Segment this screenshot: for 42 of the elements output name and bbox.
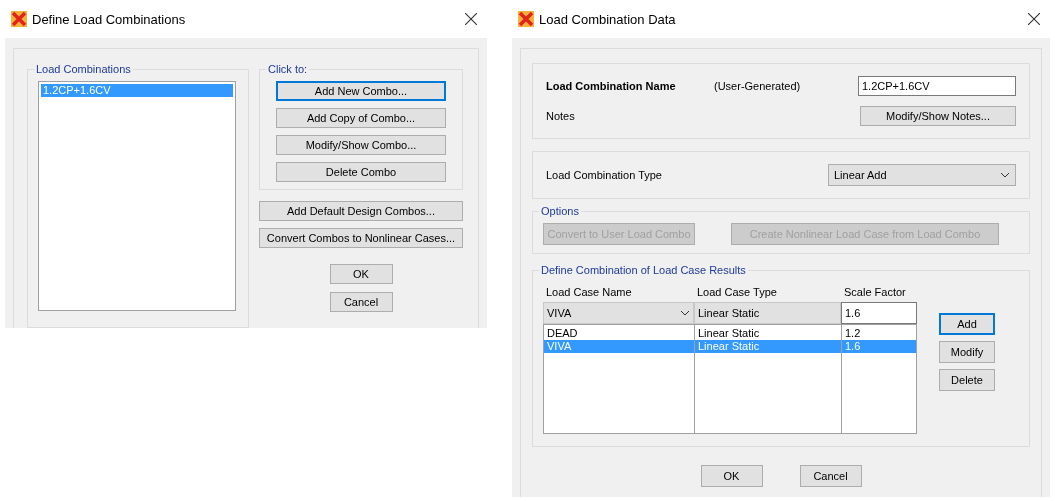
combo-button[interactable]: Add Copy of Combo... (276, 108, 446, 128)
group-label: Options (540, 205, 580, 217)
window-title: Define Load Combinations (32, 11, 187, 27)
cancel-button[interactable]: Cancel (329, 292, 393, 312)
cancel-button[interactable]: Cancel (799, 465, 862, 487)
column-header: Load Case Name (545, 286, 633, 298)
app-logo-icon (517, 10, 535, 28)
case-dropdown[interactable]: VIVA (543, 302, 694, 324)
group-label: Load Combinations (35, 63, 132, 75)
type-dropdown[interactable]: Linear Add (828, 164, 1016, 186)
load-case-table[interactable]: DEAD VIVA Linear Static Linear Static 1.2 1.6 (543, 324, 917, 434)
window-title: Load Combination Data (539, 11, 677, 27)
case-button[interactable]: Add (939, 313, 995, 335)
table-cell[interactable]: 1.2 (842, 327, 916, 340)
notes-button[interactable]: Modify/Show Notes... (860, 106, 1016, 126)
ok-button[interactable]: OK (329, 264, 393, 284)
case-button[interactable]: Modify (939, 341, 995, 363)
chevron-down-icon (680, 310, 690, 316)
ok-button[interactable]: OK (700, 465, 763, 487)
table-cell[interactable]: DEAD (544, 327, 694, 340)
app-logo-icon (10, 10, 28, 28)
chevron-down-icon (1000, 172, 1010, 178)
combo-button[interactable]: Add New Combo... (276, 81, 446, 101)
close-icon[interactable] (465, 13, 477, 25)
column-header: Scale Factor (843, 286, 907, 298)
case-type-field: Linear Static (694, 302, 841, 324)
column-header: Load Case Type (696, 286, 778, 298)
field-label: Notes (546, 110, 575, 122)
group-label: Define Combination of Load Case Results (540, 264, 747, 276)
case-button[interactable]: Delete (939, 369, 995, 391)
combo-button[interactable]: Convert Combos to Nonlinear Cases... (259, 228, 463, 248)
combo-button[interactable]: Delete Combo (276, 162, 446, 182)
scale-factor-field[interactable]: 1.6 (841, 302, 917, 324)
field-label: Load Combination Type (546, 169, 662, 181)
table-cell[interactable]: Linear Static (695, 327, 841, 340)
combo-button[interactable]: Add Default Design Combos... (259, 201, 463, 221)
combo-button[interactable]: Modify/Show Combo... (276, 135, 446, 155)
name-note: (User-Generated) (714, 80, 801, 92)
name-field[interactable]: 1.2CP+1.6CV (858, 76, 1016, 96)
close-icon[interactable] (1028, 13, 1040, 25)
field-label: Load Combination Name (546, 80, 677, 92)
group-label: Click to: (267, 63, 309, 75)
